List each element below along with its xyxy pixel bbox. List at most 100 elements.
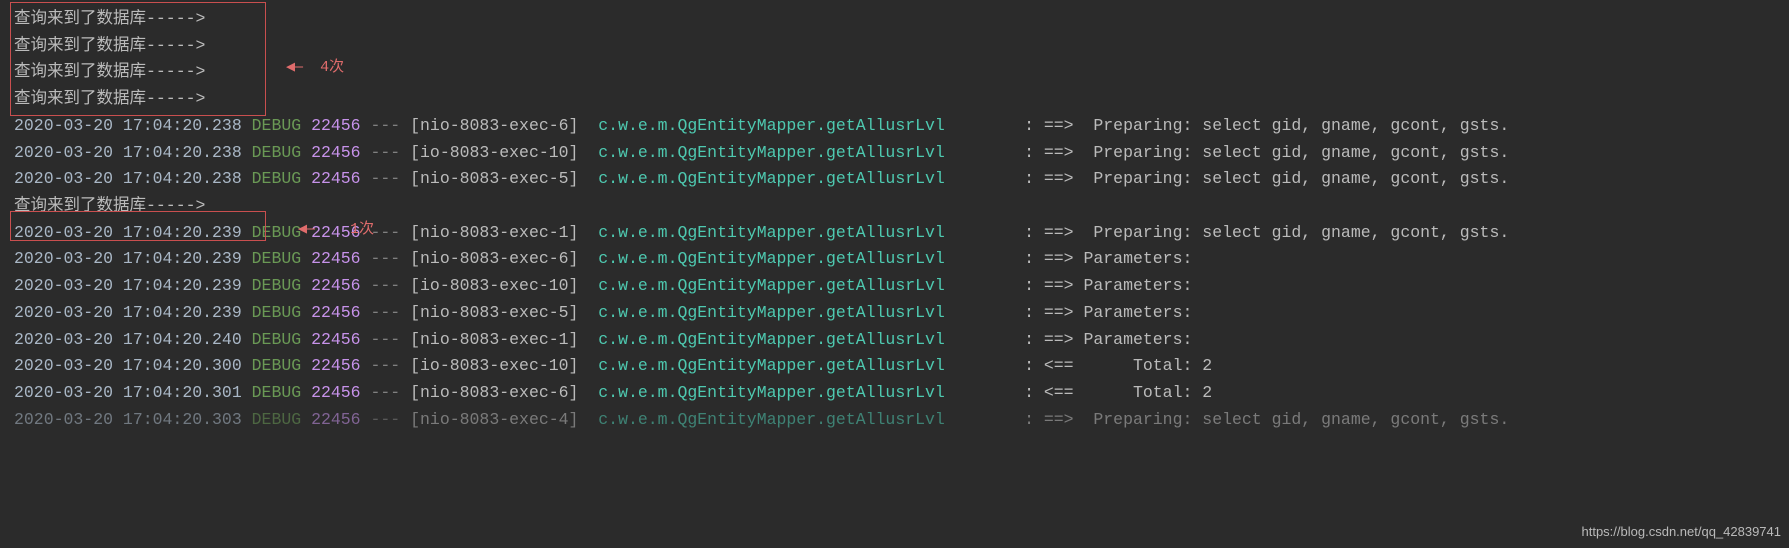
timestamp: 2020-03-20 17:04:20.303 — [14, 410, 242, 429]
thread: [nio-8083-exec-4] — [410, 410, 588, 429]
message: : <== Total: 2 — [1024, 383, 1212, 402]
separator: --- — [371, 383, 401, 402]
log-level: DEBUG — [252, 249, 302, 268]
log-line: 2020-03-20 17:04:20.300 DEBUG 22456 --- … — [14, 353, 1789, 380]
log-line: 2020-03-20 17:04:20.238 DEBUG 22456 --- … — [14, 113, 1789, 140]
timestamp: 2020-03-20 17:04:20.239 — [14, 249, 242, 268]
pid: 22456 — [311, 116, 361, 135]
annotation-label: 1次 — [350, 221, 374, 238]
thread: [io-8083-exec-10] — [410, 143, 588, 162]
separator: --- — [371, 169, 401, 188]
logger: c.w.e.m.QgEntityMapper.getAllusrLvl — [598, 143, 994, 162]
thread: [io-8083-exec-10] — [410, 276, 588, 295]
log-line: 查询来到了数据库-----> — [14, 33, 1789, 60]
pid: 22456 — [311, 410, 361, 429]
timestamp: 2020-03-20 17:04:20.238 — [14, 116, 242, 135]
annotation-arrow-1: ◀— 4次 — [286, 56, 344, 80]
db-query-text: 查询来到了数据库-----> — [14, 62, 205, 81]
logger: c.w.e.m.QgEntityMapper.getAllusrLvl — [598, 169, 994, 188]
log-line: 2020-03-20 17:04:20.238 DEBUG 22456 --- … — [14, 140, 1789, 167]
log-level: DEBUG — [252, 143, 302, 162]
log-level: DEBUG — [252, 223, 302, 242]
logger: c.w.e.m.QgEntityMapper.getAllusrLvl — [598, 303, 994, 322]
timestamp: 2020-03-20 17:04:20.238 — [14, 169, 242, 188]
logger: c.w.e.m.QgEntityMapper.getAllusrLvl — [598, 223, 994, 242]
message: : ==> Preparing: select gid, gname, gcon… — [1024, 169, 1509, 188]
logger: c.w.e.m.QgEntityMapper.getAllusrLvl — [598, 276, 994, 295]
log-level: DEBUG — [252, 330, 302, 349]
thread: [nio-8083-exec-6] — [410, 249, 588, 268]
message: : ==> Parameters: — [1024, 249, 1202, 268]
message: : ==> Preparing: select gid, gname, gcon… — [1024, 116, 1509, 135]
message: : ==> Parameters: — [1024, 303, 1202, 322]
watermark: https://blog.csdn.net/qq_42839741 — [1582, 521, 1782, 542]
timestamp: 2020-03-20 17:04:20.239 — [14, 276, 242, 295]
logger: c.w.e.m.QgEntityMapper.getAllusrLvl — [598, 330, 994, 349]
separator: --- — [371, 143, 401, 162]
logger: c.w.e.m.QgEntityMapper.getAllusrLvl — [598, 383, 994, 402]
annotation-label: 4次 — [320, 59, 344, 76]
arrow-left-icon: ◀— — [286, 59, 302, 76]
log-level: DEBUG — [252, 169, 302, 188]
message: : ==> Preparing: select gid, gname, gcon… — [1024, 223, 1509, 242]
thread: [nio-8083-exec-6] — [410, 383, 588, 402]
db-query-text: 查询来到了数据库-----> — [14, 196, 205, 215]
log-level: DEBUG — [252, 383, 302, 402]
log-line: 查询来到了数据库-----> — [14, 59, 1789, 86]
pid: 22456 — [311, 383, 361, 402]
log-level: DEBUG — [252, 116, 302, 135]
db-query-text: 查询来到了数据库-----> — [14, 36, 205, 55]
separator: --- — [371, 330, 401, 349]
thread: [nio-8083-exec-5] — [410, 169, 588, 188]
log-line: 2020-03-20 17:04:20.240 DEBUG 22456 --- … — [14, 327, 1789, 354]
log-line: 2020-03-20 17:04:20.301 DEBUG 22456 --- … — [14, 380, 1789, 407]
log-line: 2020-03-20 17:04:20.238 DEBUG 22456 --- … — [14, 166, 1789, 193]
message: : ==> Parameters: — [1024, 276, 1202, 295]
separator: --- — [371, 116, 401, 135]
message: : ==> Parameters: — [1024, 330, 1202, 349]
message: : ==> Preparing: select gid, gname, gcon… — [1024, 410, 1509, 429]
db-query-text: 查询来到了数据库-----> — [14, 9, 205, 28]
thread: [nio-8083-exec-1] — [410, 223, 588, 242]
separator: --- — [371, 303, 401, 322]
logger: c.w.e.m.QgEntityMapper.getAllusrLvl — [598, 249, 994, 268]
logger: c.w.e.m.QgEntityMapper.getAllusrLvl — [598, 410, 994, 429]
annotation-arrow-2: ◀— 1次 — [298, 218, 374, 242]
log-rows: 2020-03-20 17:04:20.238 DEBUG 22456 --- … — [14, 113, 1789, 434]
log-line: 2020-03-20 17:04:20.239 DEBUG 22456 --- … — [14, 273, 1789, 300]
message: : <== Total: 2 — [1024, 356, 1212, 375]
pid: 22456 — [311, 143, 361, 162]
log-line: 查询来到了数据库-----> — [14, 193, 1789, 220]
logger: c.w.e.m.QgEntityMapper.getAllusrLvl — [598, 356, 994, 375]
message: : ==> Preparing: select gid, gname, gcon… — [1024, 143, 1509, 162]
log-level: DEBUG — [252, 410, 302, 429]
thread: [nio-8083-exec-5] — [410, 303, 588, 322]
pid: 22456 — [311, 330, 361, 349]
separator: --- — [371, 249, 401, 268]
timestamp: 2020-03-20 17:04:20.239 — [14, 223, 242, 242]
log-level: DEBUG — [252, 356, 302, 375]
separator: --- — [371, 356, 401, 375]
timestamp: 2020-03-20 17:04:20.240 — [14, 330, 242, 349]
thread: [nio-8083-exec-1] — [410, 330, 588, 349]
log-line: 2020-03-20 17:04:20.303 DEBUG 22456 --- … — [14, 407, 1789, 434]
log-line: 2020-03-20 17:04:20.239 DEBUG 22456 --- … — [14, 300, 1789, 327]
console-output[interactable]: ◀— 4次 ◀— 1次 查询来到了数据库-----> 查询来到了数据库-----… — [0, 0, 1789, 548]
thread: [io-8083-exec-10] — [410, 356, 588, 375]
log-line: 2020-03-20 17:04:20.239 DEBUG 22456 --- … — [14, 246, 1789, 273]
log-line: 查询来到了数据库-----> — [14, 6, 1789, 33]
timestamp: 2020-03-20 17:04:20.238 — [14, 143, 242, 162]
timestamp: 2020-03-20 17:04:20.301 — [14, 383, 242, 402]
separator: --- — [371, 276, 401, 295]
logger: c.w.e.m.QgEntityMapper.getAllusrLvl — [598, 116, 994, 135]
log-level: DEBUG — [252, 276, 302, 295]
pid: 22456 — [311, 249, 361, 268]
log-line: 查询来到了数据库-----> — [14, 86, 1789, 113]
pid: 22456 — [311, 303, 361, 322]
timestamp: 2020-03-20 17:04:20.239 — [14, 303, 242, 322]
log-line: 2020-03-20 17:04:20.239 DEBUG 22456 --- … — [14, 220, 1789, 247]
pid: 22456 — [311, 356, 361, 375]
thread: [nio-8083-exec-6] — [410, 116, 588, 135]
arrow-left-icon: ◀— — [298, 221, 314, 238]
log-level: DEBUG — [252, 303, 302, 322]
